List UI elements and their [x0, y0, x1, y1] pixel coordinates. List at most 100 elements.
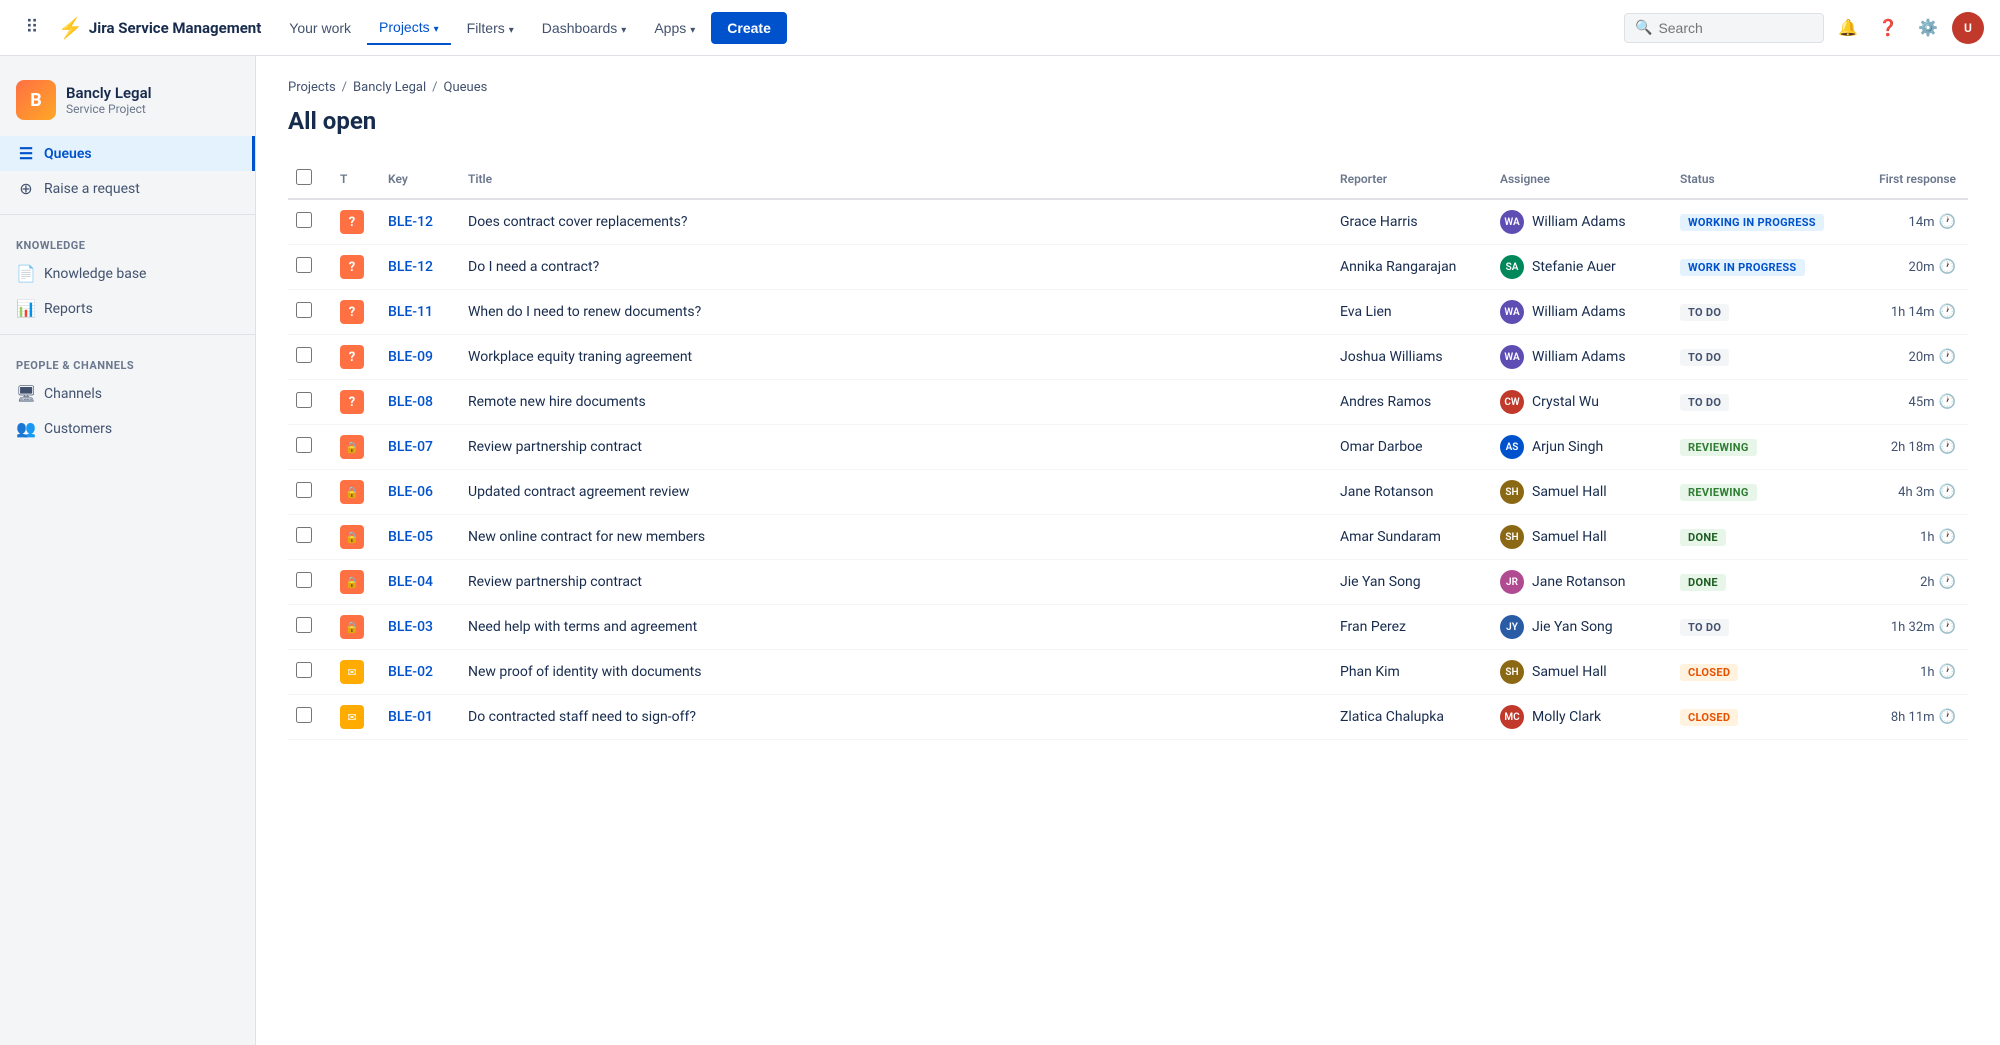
row-type-cell: ? — [328, 380, 376, 425]
issue-type-lock-icon: 🔒 — [340, 570, 364, 594]
select-all-checkbox[interactable] — [296, 169, 312, 185]
first-response-container: 14m 🕐 — [1860, 214, 1956, 230]
sidebar-item-queues[interactable]: ☰ Queues — [0, 136, 255, 171]
sidebar-item-customers[interactable]: 👥 Customers — [0, 411, 255, 446]
row-key-cell: BLE-12 — [376, 245, 456, 290]
issue-key-link[interactable]: BLE-02 — [388, 664, 433, 680]
assignee-avatar: JR — [1500, 570, 1524, 594]
sidebar-reports-label: Reports — [44, 301, 93, 317]
sidebar-item-reports[interactable]: 📊 Reports — [0, 291, 255, 326]
first-response-time: 20m — [1909, 260, 1935, 275]
row-checkbox[interactable] — [296, 662, 312, 678]
issue-type-lock-icon: 🔒 — [340, 480, 364, 504]
assignee-container: WA William Adams — [1500, 210, 1656, 234]
first-response-container: 2h 🕐 — [1860, 574, 1956, 590]
row-first-response-cell: 4h 3m 🕐 — [1848, 470, 1968, 515]
row-checkbox-cell — [288, 245, 328, 290]
row-checkbox[interactable] — [296, 347, 312, 363]
nav-apps[interactable]: Apps — [642, 12, 707, 44]
reporter-name: Omar Darboe — [1340, 439, 1423, 455]
row-key-cell: BLE-05 — [376, 515, 456, 560]
notifications-button[interactable]: 🔔 — [1832, 12, 1864, 44]
nav-projects[interactable]: Projects — [367, 11, 451, 45]
issue-key-link[interactable]: BLE-03 — [388, 619, 433, 635]
row-type-cell: ? — [328, 199, 376, 245]
queues-icon: ☰ — [16, 144, 36, 163]
issue-title: Review partnership contract — [468, 439, 642, 455]
issue-title: When do I need to renew documents? — [468, 304, 701, 320]
sidebar-item-raise-request[interactable]: ⊕ Raise a request — [0, 171, 255, 206]
issue-type-question-icon: ? — [340, 390, 364, 414]
first-response-container: 8h 11m 🕐 — [1860, 709, 1956, 725]
row-checkbox[interactable] — [296, 527, 312, 543]
row-checkbox[interactable] — [296, 437, 312, 453]
row-checkbox-cell — [288, 605, 328, 650]
grid-menu-button[interactable]: ⠿ — [16, 12, 48, 44]
issue-key-link[interactable]: BLE-05 — [388, 529, 433, 545]
reporter-name: Fran Perez — [1340, 619, 1406, 635]
row-reporter-cell: Fran Perez — [1328, 605, 1488, 650]
sidebar-item-channels[interactable]: 🖥 Channels — [0, 376, 255, 411]
create-button[interactable]: Create — [711, 12, 787, 44]
row-checkbox[interactable] — [296, 617, 312, 633]
issue-key-link[interactable]: BLE-06 — [388, 484, 433, 500]
issue-key-link[interactable]: BLE-08 — [388, 394, 433, 410]
people-section-label: PEOPLE & CHANNELS — [0, 343, 255, 376]
issue-key-link[interactable]: BLE-04 — [388, 574, 433, 590]
row-checkbox[interactable] — [296, 392, 312, 408]
issue-key-link[interactable]: BLE-01 — [388, 709, 433, 725]
sidebar-project: B Bancly Legal Service Project — [0, 72, 255, 136]
table-row: ? BLE-11 When do I need to renew documen… — [288, 290, 1968, 335]
assignee-avatar: MC — [1500, 705, 1524, 729]
col-header-key: Key — [376, 159, 456, 199]
assignee-name: Jie Yan Song — [1532, 619, 1613, 635]
row-reporter-cell: Jane Rotanson — [1328, 470, 1488, 515]
first-response-container: 1h 14m 🕐 — [1860, 304, 1956, 320]
row-checkbox[interactable] — [296, 302, 312, 318]
table-header: T Key Title Reporter Assignee Status Fir… — [288, 159, 1968, 199]
page-title: All open — [288, 107, 1968, 135]
help-button[interactable]: ❓ — [1872, 12, 1904, 44]
row-checkbox[interactable] — [296, 572, 312, 588]
sidebar-item-knowledge-base[interactable]: 📄 Knowledge base — [0, 256, 255, 291]
row-status-cell: TO DO — [1668, 380, 1848, 425]
nav-filters[interactable]: Filters — [455, 12, 526, 44]
row-type-cell: 🔒 — [328, 605, 376, 650]
row-title-cell: Remote new hire documents — [456, 380, 1328, 425]
issue-key-link[interactable]: BLE-11 — [388, 304, 433, 320]
issue-type-lock-icon: 🔒 — [340, 435, 364, 459]
row-checkbox[interactable] — [296, 257, 312, 273]
sidebar-channels-label: Channels — [44, 386, 102, 402]
row-checkbox[interactable] — [296, 482, 312, 498]
settings-button[interactable]: ⚙️ — [1912, 12, 1944, 44]
assignee-avatar: WA — [1500, 210, 1524, 234]
issue-key-link[interactable]: BLE-12 — [388, 214, 433, 230]
breadcrumb-bancly-legal[interactable]: Bancly Legal — [353, 80, 426, 95]
user-avatar[interactable]: U — [1952, 12, 1984, 44]
row-type-cell: ? — [328, 335, 376, 380]
row-status-cell: WORKING IN PROGRESS — [1668, 199, 1848, 245]
assignee-name: Stefanie Auer — [1532, 259, 1616, 275]
breadcrumb-projects[interactable]: Projects — [288, 80, 336, 95]
row-assignee-cell: SH Samuel Hall — [1488, 515, 1668, 560]
assignee-avatar: SH — [1500, 660, 1524, 684]
issue-key-link[interactable]: BLE-07 — [388, 439, 433, 455]
col-header-status: Status — [1668, 159, 1848, 199]
breadcrumb: Projects / Bancly Legal / Queues — [288, 80, 1968, 95]
clock-icon: 🕐 — [1939, 439, 1956, 455]
nav-your-work[interactable]: Your work — [277, 12, 363, 44]
project-info: Bancly Legal Service Project — [66, 84, 239, 116]
row-assignee-cell: SA Stefanie Auer — [1488, 245, 1668, 290]
search-box[interactable]: 🔍 — [1624, 13, 1824, 43]
nav-dashboards[interactable]: Dashboards — [530, 12, 639, 44]
col-header-type: T — [328, 159, 376, 199]
assignee-name: Jane Rotanson — [1532, 574, 1625, 590]
row-checkbox[interactable] — [296, 212, 312, 228]
jira-logo-text: Jira Service Management — [89, 19, 261, 37]
issue-key-link[interactable]: BLE-12 — [388, 259, 433, 275]
issue-key-link[interactable]: BLE-09 — [388, 349, 433, 365]
row-checkbox[interactable] — [296, 707, 312, 723]
table-row: ? BLE-09 Workplace equity traning agreem… — [288, 335, 1968, 380]
assignee-name: William Adams — [1532, 304, 1626, 320]
search-input[interactable] — [1658, 20, 1798, 36]
